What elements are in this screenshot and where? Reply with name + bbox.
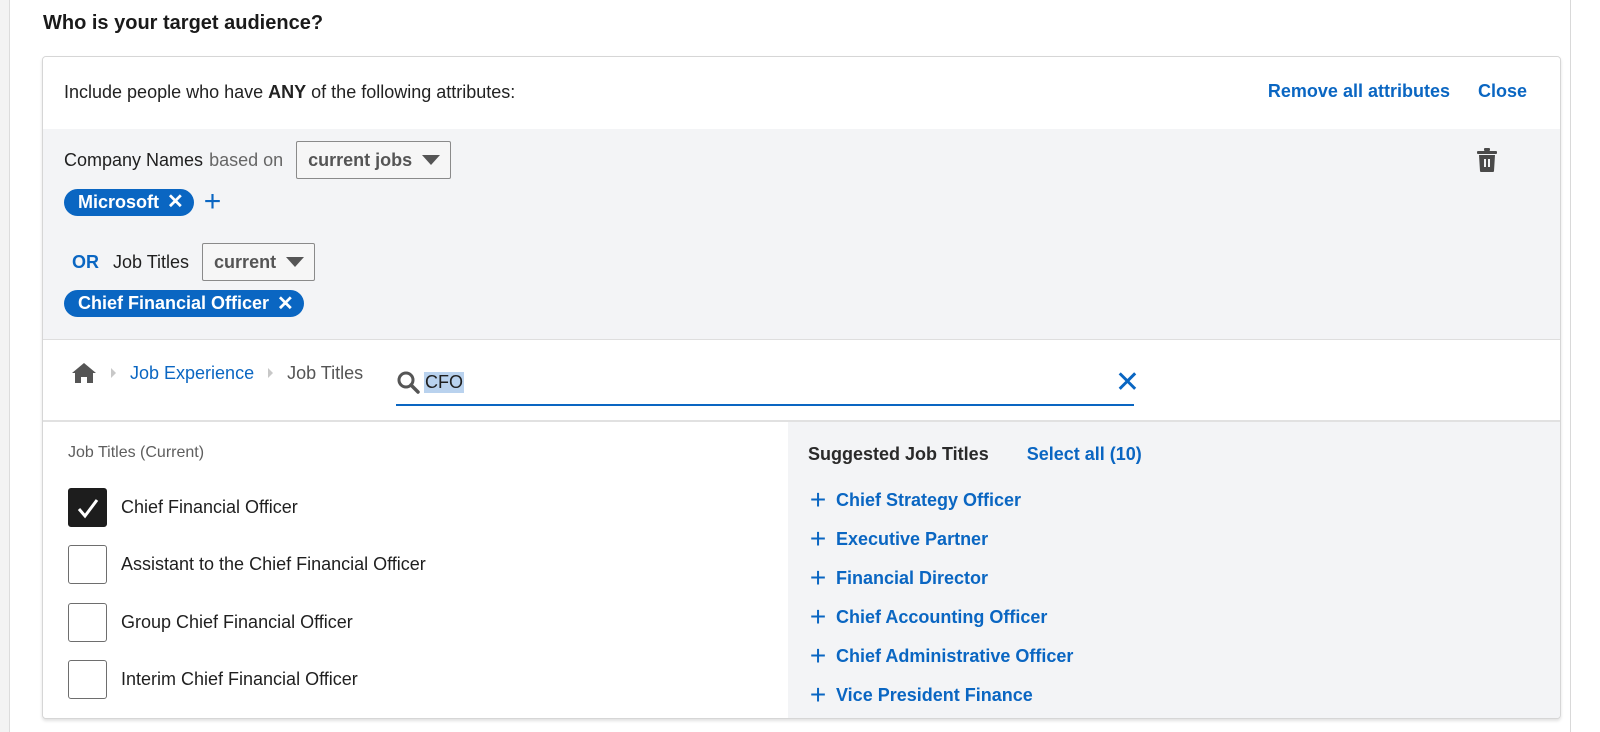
select-all-button[interactable]: Select all (10) (1027, 444, 1142, 465)
left-page-edge (0, 0, 10, 732)
result-option[interactable]: Chief Financial Officer (68, 488, 298, 527)
job-title-pill: Chief Financial Officer ✕ (64, 290, 304, 317)
breadcrumb-separator-icon (111, 368, 116, 378)
add-company-plus-icon[interactable]: + (204, 187, 222, 217)
company-names-row: Company Names based on current jobs (64, 141, 452, 179)
result-option[interactable]: Interim Chief Financial Officer (68, 660, 358, 699)
option-label: Chief Financial Officer (121, 497, 298, 517)
suggestion-item[interactable]: + Financial Director (808, 564, 988, 592)
company-pills-row: Microsoft ✕ + (64, 187, 221, 217)
results-area: Job Titles (Current) Chief Financial Off… (43, 422, 1560, 718)
remove-pill-icon[interactable]: ✕ (277, 294, 294, 314)
results-section-label: Job Titles (Current) (68, 444, 205, 461)
checkbox[interactable] (68, 545, 107, 584)
breadcrumb: Job Experience Job Titles (71, 362, 363, 384)
company-pill: Microsoft ✕ (64, 188, 194, 216)
suggestion-item[interactable]: + Chief Accounting Officer (808, 601, 1048, 632)
job-title-pills-row: Chief Financial Officer ✕ (64, 290, 304, 317)
include-suffix: of the following attributes: (306, 82, 516, 102)
search-bar: Job Experience Job Titles CFO ✕ (43, 340, 1560, 422)
checkbox[interactable] (68, 603, 107, 642)
checkbox[interactable] (68, 660, 107, 699)
suggestion-label: Chief Strategy Officer (836, 489, 1022, 510)
job-titles-select[interactable]: current (202, 243, 316, 281)
suggestion-label: Chief Administrative Officer (836, 645, 1074, 666)
suggestion-item[interactable]: + Vice President Finance (808, 681, 1033, 709)
include-prefix: Include people who have (64, 82, 269, 102)
breadcrumb-job-titles: Job Titles (287, 362, 364, 383)
company-select-value: current jobs (308, 149, 413, 170)
header-actions: Remove all attributes Close (1268, 81, 1527, 102)
caret-down-icon (422, 155, 441, 165)
suggestion-label: Financial Director (836, 567, 989, 588)
remove-all-attributes-button[interactable]: Remove all attributes (1268, 81, 1450, 102)
close-button[interactable]: Close (1478, 81, 1527, 102)
plus-icon: + (809, 562, 827, 593)
suggestion-item[interactable]: + Executive Partner (808, 525, 988, 553)
pill-label: Microsoft (78, 191, 159, 212)
include-emphasis: ANY (268, 82, 307, 102)
company-names-label: Company Names (64, 149, 204, 170)
job-titles-results: Job Titles (Current) Chief Financial Off… (43, 422, 788, 718)
checkmark-icon (77, 498, 98, 518)
home-icon[interactable] (71, 362, 97, 384)
caret-down-icon (286, 257, 305, 267)
breadcrumb-separator-icon (268, 368, 274, 378)
suggestion-item[interactable]: + Chief Administrative Officer (808, 640, 1074, 671)
pill-label: Chief Financial Officer (78, 293, 270, 313)
suggestions-header: Suggested Job Titles Select all (10) (808, 444, 1142, 465)
plus-icon: + (809, 484, 827, 515)
remove-pill-icon[interactable]: ✕ (167, 192, 184, 212)
result-option[interactable]: Assistant to the Chief Financial Officer (68, 545, 426, 584)
suggested-job-titles: Suggested Job Titles Select all (10) + Ch… (788, 422, 1560, 718)
plus-icon: + (809, 601, 827, 632)
result-option[interactable]: Group Chief Financial Officer (68, 603, 353, 642)
suggestions-title: Suggested Job Titles (808, 444, 989, 464)
audience-panel: Include people who have ANY of the follo… (42, 56, 1561, 719)
search-input[interactable]: CFO (424, 371, 464, 393)
page-heading: Who is your target audience? (43, 12, 324, 34)
breadcrumb-job-experience[interactable]: Job Experience (130, 363, 254, 384)
option-label: Interim Chief Financial Officer (121, 669, 358, 689)
option-label: Assistant to the Chief Financial Officer (121, 554, 426, 574)
plus-icon: + (809, 640, 827, 671)
job-titles-row: OR Job Titles current (64, 243, 316, 281)
plus-icon: + (809, 679, 827, 710)
or-connector: OR (72, 251, 99, 272)
search-field[interactable]: CFO ✕ (396, 360, 1140, 406)
suggestion-label: Vice President Finance (836, 684, 1033, 705)
search-icon (397, 371, 420, 394)
clear-search-icon[interactable]: ✕ (1115, 368, 1140, 398)
company-jobs-select[interactable]: current jobs (296, 141, 452, 179)
selected-attributes: Company Names based on current jobs Micr… (43, 129, 1560, 340)
suggestion-label: Executive Partner (836, 528, 989, 549)
suggestion-item[interactable]: + Chief Strategy Officer (808, 486, 1021, 514)
include-instruction: Include people who have ANY of the follo… (64, 82, 515, 103)
checkbox-checked[interactable] (68, 488, 107, 527)
trash-icon[interactable] (1476, 147, 1498, 173)
job-titles-label: Job Titles (113, 251, 190, 272)
right-scrollbar-track[interactable] (1570, 0, 1600, 732)
suggestion-label: Chief Accounting Officer (836, 606, 1048, 627)
company-qualifier: based on (209, 149, 284, 170)
plus-icon: + (809, 523, 827, 554)
option-label: Group Chief Financial Officer (121, 612, 353, 632)
panel-header: Include people who have ANY of the follo… (43, 57, 1560, 129)
job-titles-select-value: current (214, 251, 277, 272)
